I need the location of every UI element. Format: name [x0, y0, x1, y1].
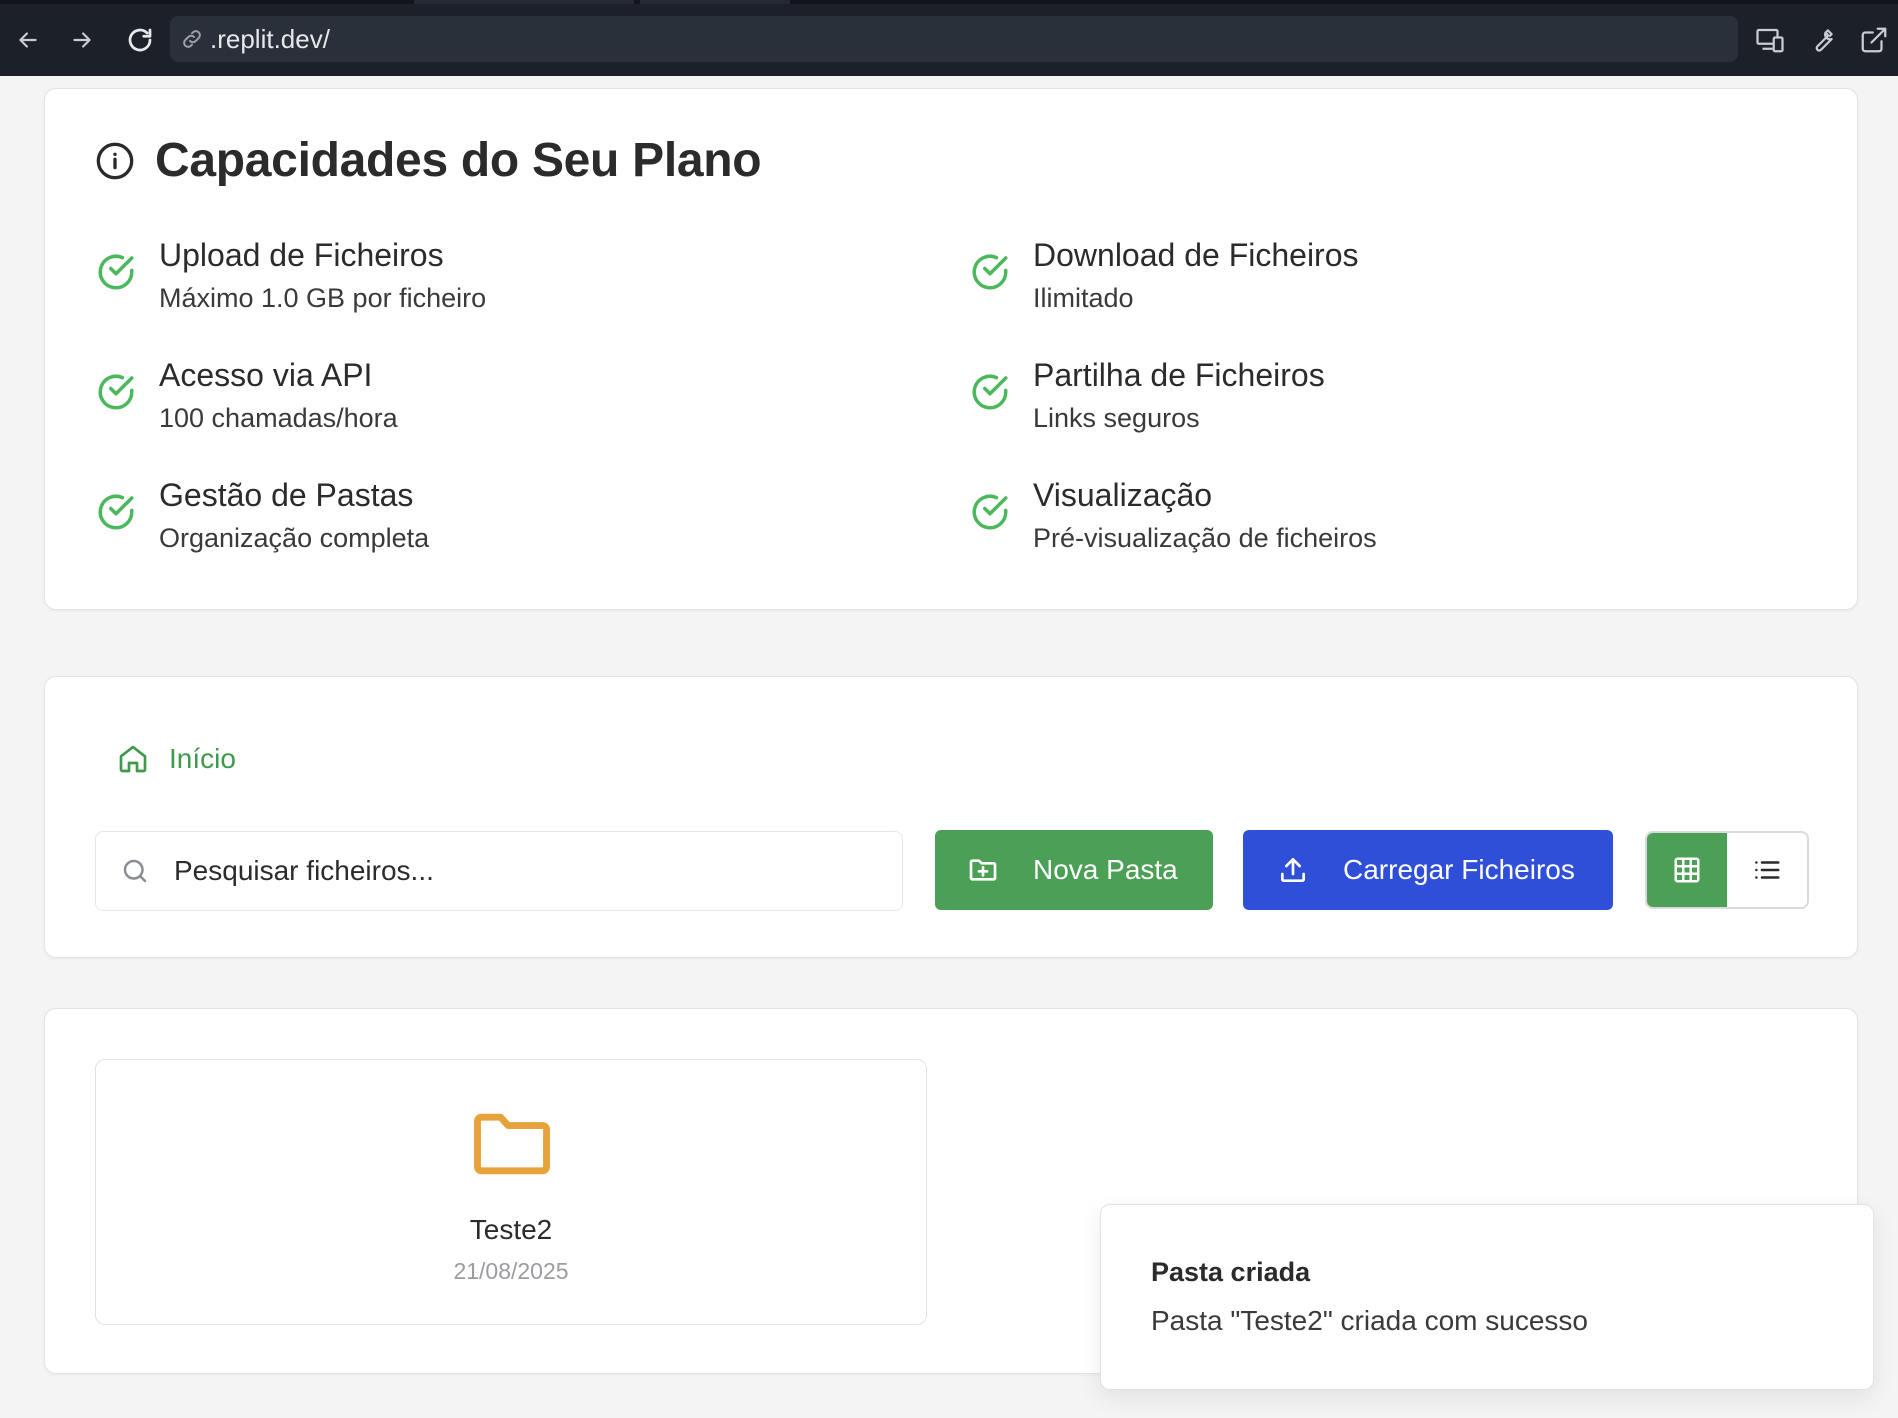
grid-icon [1674, 857, 1700, 883]
capabilities-header: Capacidades do Seu Plano [95, 133, 762, 188]
view-toggle [1645, 831, 1809, 909]
folder-plus-icon [969, 859, 997, 881]
feature-download: Download de Ficheiros Ilimitado [969, 235, 1359, 318]
browser-toolbar: .replit.dev/ [0, 0, 1898, 76]
feature-title: Acesso via API [159, 357, 373, 393]
address-bar[interactable]: .replit.dev/ [170, 16, 1738, 62]
check-circle-icon [972, 254, 1008, 290]
feature-title: Upload de Ficheiros [159, 237, 444, 273]
url-text: .replit.dev/ [210, 23, 330, 54]
feature-subtitle: 100 chamadas/hora [159, 403, 398, 433]
external-link-icon [1861, 27, 1887, 53]
devices-icon [1756, 28, 1784, 53]
feature-upload: Upload de Ficheiros Máximo 1.0 GB por fi… [95, 235, 486, 318]
folder-icon [474, 1113, 550, 1175]
info-icon [96, 142, 134, 179]
toast-notification[interactable]: Pasta criada Pasta "Teste2" criada com s… [1100, 1204, 1874, 1390]
forward-button[interactable] [62, 20, 102, 60]
plan-capabilities-card: Capacidades do Seu Plano Upload de Fiche… [44, 88, 1858, 610]
upload-files-label: Carregar Ficheiros [1343, 854, 1575, 885]
folder-date: 21/08/2025 [453, 1258, 569, 1284]
feature-subtitle: Máximo 1.0 GB por ficheiro [159, 283, 487, 313]
file-toolbar-card: Início Nova Pasta Carregar Ficheiros [44, 676, 1858, 958]
breadcrumb-home-label: Início [169, 743, 236, 774]
list-icon [1755, 861, 1780, 879]
feature-preview: Visualização Pré-visualização de ficheir… [969, 475, 1377, 558]
reload-button[interactable] [120, 20, 160, 60]
feature-title: Partilha de Ficheiros [1033, 357, 1325, 393]
arrow-left-icon [19, 32, 37, 48]
upload-files-button[interactable]: Carregar Ficheiros [1243, 830, 1613, 910]
check-circle-icon [98, 374, 134, 410]
breadcrumb-home[interactable]: Início [117, 743, 236, 775]
folder-item[interactable]: Teste2 21/08/2025 [95, 1059, 927, 1325]
arrow-right-icon [73, 32, 91, 48]
new-folder-label: Nova Pasta [1033, 854, 1178, 885]
back-button[interactable] [8, 20, 48, 60]
feature-subtitle: Links seguros [1033, 403, 1200, 433]
devtools-button[interactable] [1802, 20, 1842, 60]
check-circle-icon [972, 374, 1008, 410]
devices-button[interactable] [1750, 20, 1790, 60]
reload-icon [128, 28, 152, 52]
link-icon [183, 30, 201, 48]
folder-name: Teste2 [469, 1214, 553, 1245]
toast-message: Pasta "Teste2" criada com sucesso [1151, 1305, 1588, 1336]
check-circle-icon [98, 494, 134, 530]
feature-title: Visualização [1033, 477, 1213, 513]
list-view-button[interactable] [1727, 833, 1807, 907]
new-folder-button[interactable]: Nova Pasta [935, 830, 1213, 910]
feature-title: Download de Ficheiros [1033, 237, 1359, 273]
open-external-button[interactable] [1854, 20, 1894, 60]
wrench-icon [1815, 29, 1833, 52]
capabilities-title: Capacidades do Seu Plano [155, 134, 762, 187]
feature-subtitle: Ilimitado [1033, 283, 1134, 313]
search-input[interactable] [174, 855, 854, 887]
feature-subtitle: Pré-visualização de ficheiros [1033, 523, 1377, 553]
check-circle-icon [98, 254, 134, 290]
feature-api: Acesso via API 100 chamadas/hora [95, 355, 398, 438]
home-icon [119, 745, 147, 773]
feature-folders: Gestão de Pastas Organização completa [95, 475, 429, 558]
upload-icon [1281, 858, 1305, 882]
feature-subtitle: Organização completa [159, 523, 430, 553]
grid-view-button[interactable] [1647, 833, 1727, 907]
feature-sharing: Partilha de Ficheiros Links seguros [969, 355, 1325, 438]
check-circle-icon [972, 494, 1008, 530]
feature-title: Gestão de Pastas [159, 477, 414, 513]
search-box[interactable] [95, 831, 903, 911]
tab-strip [0, 0, 1898, 4]
search-icon [123, 859, 147, 883]
toast-title: Pasta criada [1151, 1257, 1311, 1287]
